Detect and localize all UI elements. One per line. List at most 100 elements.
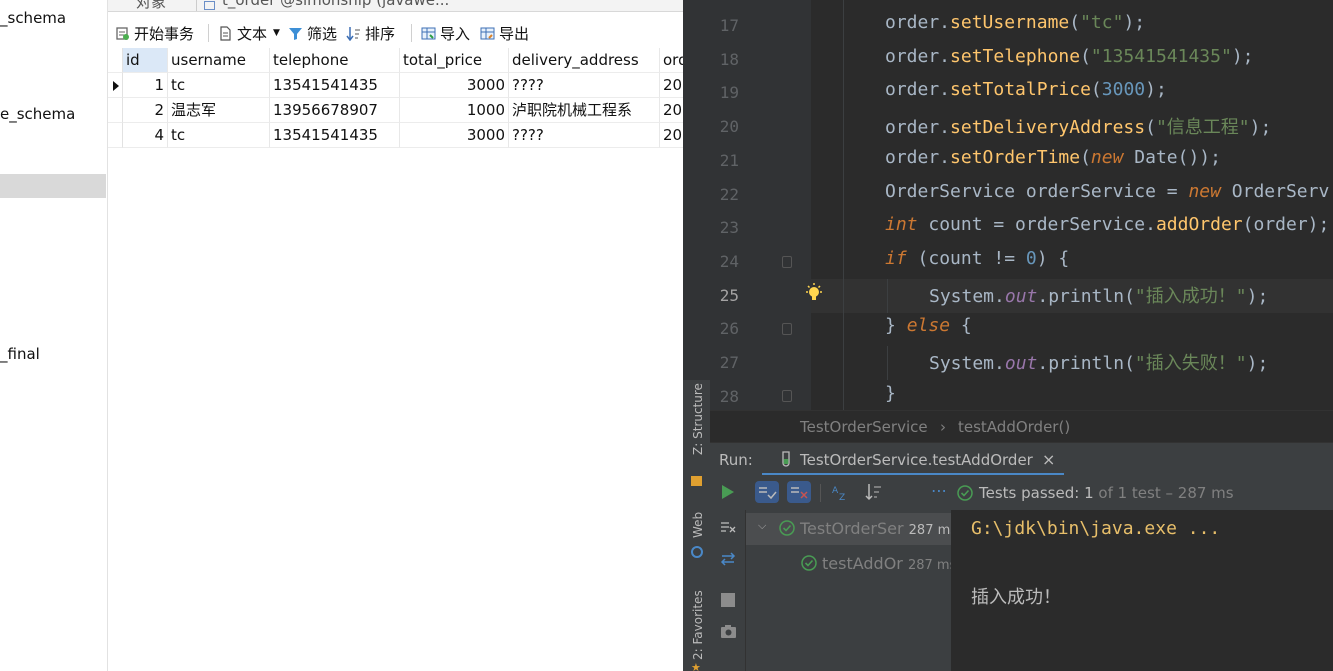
chevron-down-icon[interactable]: ⌵	[758, 519, 766, 533]
cell-delivery-address[interactable]: ????	[509, 123, 660, 148]
web-tool-tab[interactable]: Web	[691, 512, 705, 538]
cell-username[interactable]: tc	[168, 73, 270, 98]
code-editor[interactable]: 17 18 19 20 21 22 23 24 25 26 27 28 order.setUserna…	[683, 0, 1333, 410]
code-line[interactable]: order.setDeliveryAddress("信息工程");	[885, 113, 1271, 139]
code-token: );	[1145, 79, 1167, 101]
column-header-order-time[interactable]: ord	[660, 48, 683, 73]
code-token: );	[1246, 285, 1269, 307]
column-header-username[interactable]: username	[168, 48, 270, 73]
table-row[interactable]: 4 tc 13541541435 3000???? 20	[123, 123, 683, 148]
fold-marker[interactable]	[782, 256, 792, 268]
show-passed-toggle-icon[interactable]	[755, 481, 779, 503]
swap-icon[interactable]	[720, 552, 736, 566]
code-token: "插入成功！"	[1134, 285, 1247, 307]
code-token: (	[1080, 146, 1091, 168]
line-number: 28	[719, 386, 739, 406]
begin-transaction-button[interactable]: 开始事务	[115, 22, 194, 44]
cell-telephone[interactable]: 13541541435	[270, 123, 400, 148]
export-icon	[480, 27, 495, 39]
export-button[interactable]: 导出	[480, 22, 529, 44]
test-suite-node[interactable]: TestOrderSer 287 ms	[800, 519, 957, 538]
code-line[interactable]: OrderService orderService = new OrderSer…	[885, 181, 1329, 202]
code-line[interactable]: order.setUsername("tc");	[885, 12, 1145, 33]
code-token: order.	[885, 45, 951, 67]
close-all-icon[interactable]	[720, 520, 736, 534]
code-line[interactable]: order.setOrderTime(new Date());	[885, 147, 1221, 168]
structure-icon	[691, 476, 702, 486]
code-token: int	[885, 214, 918, 236]
cell-total-price[interactable]: 1000	[400, 98, 509, 123]
console-output[interactable]: G:\jdk\bin\java.exe ... 插入成功！	[951, 510, 1333, 671]
code-line[interactable]: if (count != 0) {	[885, 248, 1069, 269]
favorites-tool-tab[interactable]: 2: Favorites	[691, 590, 705, 660]
tab-objects[interactable]: 对象	[136, 0, 166, 11]
more-options-icon[interactable]: ⋯	[931, 481, 947, 500]
cell-telephone[interactable]: 13956678907	[270, 98, 400, 123]
camera-icon[interactable]	[720, 624, 737, 639]
test-method-node[interactable]: testAddOr 287 ms	[822, 554, 956, 573]
tree-item-selected[interactable]	[0, 174, 106, 198]
rerun-play-icon[interactable]	[720, 483, 736, 501]
column-header-telephone[interactable]: telephone	[270, 48, 400, 73]
code-line[interactable]: order.setTelephone("13541541435");	[885, 46, 1254, 67]
sort-by-duration-icon[interactable]	[865, 483, 883, 501]
cell-id[interactable]: 2	[123, 98, 168, 123]
row-selector[interactable]	[108, 73, 123, 98]
cell-telephone[interactable]: 13541541435	[270, 73, 400, 98]
code-token: addOrder	[1155, 214, 1243, 236]
stop-icon[interactable]	[721, 593, 735, 607]
row-selector[interactable]	[108, 98, 123, 123]
import-button[interactable]: 导入	[421, 22, 470, 44]
code-line[interactable]: int count = orderService.addOrder(order)…	[885, 214, 1329, 235]
fold-marker[interactable]	[782, 323, 792, 335]
column-header-id[interactable]: id	[123, 48, 168, 73]
cell-id[interactable]: 1	[123, 73, 168, 98]
column-header-delivery-address[interactable]: delivery_address	[509, 48, 660, 73]
sort-button[interactable]: 排序	[346, 22, 395, 44]
column-header-total-price[interactable]: total_price	[400, 48, 509, 73]
breadcrumb-method[interactable]: testAddOrder()	[958, 418, 1070, 436]
cell-username[interactable]: 温志军	[168, 98, 270, 123]
code-token: out	[1004, 353, 1038, 374]
line-number: 19	[719, 83, 739, 103]
passed-check-icon	[801, 555, 817, 571]
tree-item-schema[interactable]: _schema	[0, 9, 66, 27]
cell-delivery-address[interactable]: ????	[509, 73, 660, 98]
tab-run-config[interactable]: TestOrderService.testAddOrder ×	[762, 443, 1064, 476]
code-line[interactable]: } else {	[885, 315, 972, 336]
breadcrumb-separator: ›	[940, 418, 946, 436]
code-line[interactable]: System.out.println("插入失败！");	[929, 349, 1268, 375]
code-line[interactable]: System.out.println("插入成功！");	[929, 282, 1268, 308]
tree-item-e-schema[interactable]: e_schema	[0, 105, 75, 123]
code-token: "信息工程"	[1155, 117, 1250, 139]
cell-username[interactable]: tc	[168, 123, 270, 148]
code-line[interactable]: order.setTotalPrice(3000);	[885, 79, 1167, 100]
tree-item-final[interactable]: _final	[0, 345, 40, 363]
structure-tool-tab[interactable]: Z: Structure	[691, 383, 705, 455]
code-line[interactable]: }	[885, 383, 896, 404]
text-view-button[interactable]: 文本 ▼	[218, 22, 280, 44]
tab-t-order[interactable]: t_order @simonship (javawe...	[222, 0, 449, 9]
show-ignored-toggle-icon[interactable]	[787, 481, 811, 503]
breadcrumb-class[interactable]: TestOrderService	[800, 418, 928, 436]
tests-passed-status: Tests passed: 1 of 1 test – 287 ms	[979, 484, 1234, 502]
table-row[interactable]: 1 tc 13541541435 3000???? 20	[123, 73, 683, 98]
cell-delivery-address[interactable]: 泸职院机械工程系	[509, 98, 660, 123]
cell-total-price[interactable]: 3000	[400, 73, 509, 98]
line-number: 18	[719, 49, 739, 69]
sort-alphabetically-icon[interactable]: AZ	[831, 483, 849, 501]
filter-button[interactable]: 筛选	[288, 22, 337, 44]
close-tab-icon[interactable]: ×	[1042, 450, 1055, 469]
chevron-down-icon[interactable]: ▼	[273, 28, 280, 38]
row-selector[interactable]	[108, 123, 123, 148]
cell-order-time[interactable]: 20	[660, 73, 683, 98]
line-number: 23	[719, 218, 739, 238]
cell-id[interactable]: 4	[123, 123, 168, 148]
cell-total-price[interactable]: 3000	[400, 123, 509, 148]
code-token: setOrderTime	[950, 146, 1081, 168]
cell-order-time[interactable]: 20	[660, 123, 683, 148]
table-row[interactable]: 2 温志军 13956678907 1000 泸职院机械工程系 20	[123, 98, 683, 123]
fold-marker[interactable]	[782, 390, 792, 402]
lightbulb-icon[interactable]	[805, 283, 823, 305]
cell-order-time[interactable]: 20	[660, 98, 683, 123]
